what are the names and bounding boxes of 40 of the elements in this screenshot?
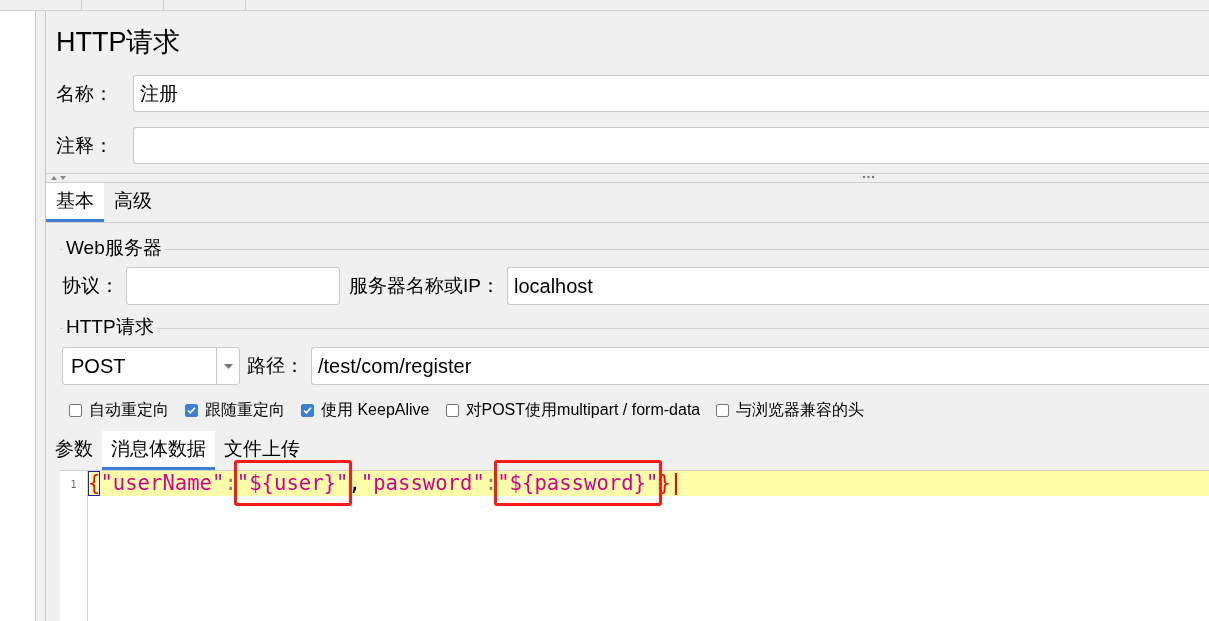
checkbox[interactable]: [185, 403, 198, 417]
field-label: 服务器名称或IP：: [349, 274, 500, 298]
field-label: 协议：: [62, 274, 119, 298]
tab[interactable]: 文件上传: [215, 431, 309, 470]
tab[interactable]: 基本: [46, 183, 104, 222]
field-label: 路径：: [247, 354, 304, 378]
checkbox-label[interactable]: 对POST使用multipart / form-data: [465, 399, 701, 421]
field-label: 名称：: [55, 81, 114, 106]
splitter-handle-icon[interactable]: [862, 175, 875, 179]
section-legend: HTTP请求: [63, 314, 157, 340]
line-number: 1: [69, 478, 78, 492]
checkbox[interactable]: [301, 403, 314, 417]
code-token: "password": [360, 471, 485, 495]
panel-title: HTTP请求: [56, 26, 182, 59]
field-label: 注释：: [55, 133, 114, 158]
comment-field[interactable]: [133, 127, 1209, 164]
checkbox[interactable]: [69, 403, 82, 417]
checkbox[interactable]: [445, 403, 459, 417]
checkbox-label[interactable]: 跟随重定向: [205, 399, 285, 421]
caret-icon: [223, 363, 233, 369]
checkbox[interactable]: [716, 403, 730, 417]
method-dropdown[interactable]: POST: [62, 347, 240, 385]
path-field[interactable]: /test/com/register: [311, 347, 1209, 385]
code-token: {: [88, 471, 101, 495]
code-token: :: [224, 471, 237, 495]
server-field[interactable]: localhost: [506, 267, 1209, 305]
code-token: "userName": [100, 471, 225, 495]
checkbox-label[interactable]: 自动重定向: [89, 399, 169, 421]
code-token: ,: [348, 471, 361, 495]
checkbox-label[interactable]: 与浏览器兼容的头: [736, 399, 865, 421]
tab[interactable]: 参数: [46, 431, 102, 470]
code-token: "${user}": [236, 471, 349, 495]
tab[interactable]: 高级: [104, 183, 162, 222]
code-token: "${password}": [497, 471, 659, 495]
checkbox-label[interactable]: 使用 KeepAlive: [321, 399, 430, 421]
section-legend: Web服务器: [63, 235, 165, 261]
protocol-field[interactable]: [126, 267, 340, 305]
code-token: :: [484, 471, 498, 495]
name-field[interactable]: 注册: [133, 75, 1209, 112]
tab[interactable]: 消息体数据: [102, 431, 215, 470]
